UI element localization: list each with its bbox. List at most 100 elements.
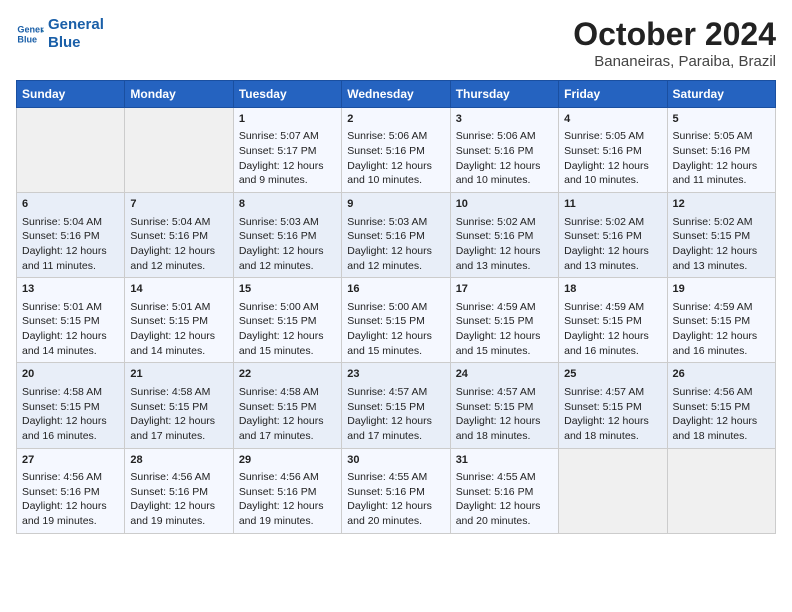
day-info: Sunset: 5:15 PM	[456, 314, 553, 329]
day-info: and 19 minutes.	[130, 514, 227, 529]
day-info: Sunset: 5:15 PM	[239, 314, 336, 329]
day-info: Daylight: 12 hours	[673, 414, 770, 429]
day-info: and 16 minutes.	[673, 344, 770, 359]
calendar-cell: 7Sunrise: 5:04 AMSunset: 5:16 PMDaylight…	[125, 193, 233, 278]
day-info: Sunset: 5:16 PM	[130, 485, 227, 500]
day-number: 4	[564, 112, 661, 127]
day-number: 22	[239, 367, 336, 382]
svg-text:General: General	[17, 25, 44, 35]
calendar-cell: 21Sunrise: 4:58 AMSunset: 5:15 PMDayligh…	[125, 363, 233, 448]
day-info: Sunset: 5:16 PM	[347, 229, 444, 244]
calendar-cell: 29Sunrise: 4:56 AMSunset: 5:16 PMDayligh…	[233, 448, 341, 533]
day-info: Daylight: 12 hours	[456, 414, 553, 429]
day-info: and 19 minutes.	[22, 514, 119, 529]
day-number: 5	[673, 112, 770, 127]
calendar-cell: 5Sunrise: 5:05 AMSunset: 5:16 PMDaylight…	[667, 108, 775, 193]
week-row-1: 1Sunrise: 5:07 AMSunset: 5:17 PMDaylight…	[17, 108, 776, 193]
day-info: and 20 minutes.	[347, 514, 444, 529]
day-number: 6	[22, 197, 119, 212]
calendar-cell	[125, 108, 233, 193]
day-number: 17	[456, 282, 553, 297]
calendar-cell: 30Sunrise: 4:55 AMSunset: 5:16 PMDayligh…	[342, 448, 450, 533]
day-info: and 19 minutes.	[239, 514, 336, 529]
logo-text-general: General	[48, 16, 104, 34]
day-info: Sunrise: 5:06 AM	[347, 129, 444, 144]
calendar-cell: 24 Sunrise: 4:57 AMSunset: 5:15 PMDayligh…	[450, 363, 558, 448]
calendar-cell	[667, 448, 775, 533]
day-number: 14	[130, 282, 227, 297]
calendar-cell: 3Sunrise: 5:06 AMSunset: 5:16 PMDaylight…	[450, 108, 558, 193]
day-info: and 17 minutes.	[130, 429, 227, 444]
calendar-table: SundayMondayTuesdayWednesdayThursdayFrid…	[16, 80, 776, 534]
header-day-wednesday: Wednesday	[342, 81, 450, 108]
calendar-cell: 17Sunrise: 4:59 AMSunset: 5:15 PMDayligh…	[450, 278, 558, 363]
day-info: Daylight: 12 hours	[673, 159, 770, 174]
day-info: and 10 minutes.	[456, 173, 553, 188]
header-day-monday: Monday	[125, 81, 233, 108]
day-info: Sunrise: 5:05 AM	[564, 129, 661, 144]
day-info: Sunrise: 5:04 AM	[130, 215, 227, 230]
day-info: Daylight: 12 hours	[22, 414, 119, 429]
day-info: and 20 minutes.	[456, 514, 553, 529]
day-info: Sunset: 5:16 PM	[564, 229, 661, 244]
day-number: 28	[130, 453, 227, 468]
day-info: Sunrise: 4:59 AM	[673, 300, 770, 315]
day-info: Sunrise: 4:57 AM	[456, 385, 553, 400]
day-info: Sunset: 5:15 PM	[347, 400, 444, 415]
day-info: Daylight: 12 hours	[456, 159, 553, 174]
day-info: Sunrise: 5:03 AM	[239, 215, 336, 230]
day-info: and 15 minutes.	[347, 344, 444, 359]
day-info: Sunrise: 4:58 AM	[22, 385, 119, 400]
day-number: 9	[347, 197, 444, 212]
calendar-cell: 12Sunrise: 5:02 AMSunset: 5:15 PMDayligh…	[667, 193, 775, 278]
day-info: Sunrise: 5:06 AM	[456, 129, 553, 144]
calendar-cell: 25Sunrise: 4:57 AMSunset: 5:15 PMDayligh…	[559, 363, 667, 448]
month-title: October 2024	[573, 16, 776, 53]
day-number: 1	[239, 112, 336, 127]
day-number: 24	[456, 367, 553, 382]
day-info: Sunset: 5:15 PM	[456, 400, 553, 415]
day-number: 25	[564, 367, 661, 382]
day-info: Daylight: 12 hours	[239, 414, 336, 429]
day-info: and 13 minutes.	[564, 259, 661, 274]
calendar-cell: 2Sunrise: 5:06 AMSunset: 5:16 PMDaylight…	[342, 108, 450, 193]
week-row-4: 20Sunrise: 4:58 AMSunset: 5:15 PMDayligh…	[17, 363, 776, 448]
day-info: and 11 minutes.	[22, 259, 119, 274]
day-info: Daylight: 12 hours	[239, 244, 336, 259]
svg-text:Blue: Blue	[17, 34, 37, 44]
day-info: Daylight: 12 hours	[456, 499, 553, 514]
location-subtitle: Bananeiras, Paraiba, Brazil	[573, 53, 776, 70]
header-day-sunday: Sunday	[17, 81, 125, 108]
day-info: Sunrise: 4:58 AM	[130, 385, 227, 400]
day-info: and 14 minutes.	[22, 344, 119, 359]
day-number: 31	[456, 453, 553, 468]
day-info: Sunset: 5:15 PM	[239, 400, 336, 415]
day-info: Sunset: 5:16 PM	[347, 144, 444, 159]
day-number: 19	[673, 282, 770, 297]
day-info: Sunrise: 4:57 AM	[564, 385, 661, 400]
day-info: Sunrise: 5:01 AM	[130, 300, 227, 315]
header-day-thursday: Thursday	[450, 81, 558, 108]
day-info: Daylight: 12 hours	[456, 329, 553, 344]
logo-text-blue: Blue	[48, 34, 104, 52]
day-info: and 16 minutes.	[564, 344, 661, 359]
day-info: and 10 minutes.	[564, 173, 661, 188]
day-info: Sunrise: 5:07 AM	[239, 129, 336, 144]
day-info: and 18 minutes.	[673, 429, 770, 444]
calendar-cell: 22 Sunrise: 4:58 AMSunset: 5:15 PMDayligh…	[233, 363, 341, 448]
day-info: Daylight: 12 hours	[22, 499, 119, 514]
week-row-5: 27Sunrise: 4:56 AMSunset: 5:16 PMDayligh…	[17, 448, 776, 533]
header-day-friday: Friday	[559, 81, 667, 108]
day-info: Sunrise: 5:00 AM	[347, 300, 444, 315]
day-info: Sunrise: 5:05 AM	[673, 129, 770, 144]
day-number: 20	[22, 367, 119, 382]
day-info: Daylight: 12 hours	[564, 244, 661, 259]
day-info: Daylight: 12 hours	[347, 414, 444, 429]
day-info: Daylight: 12 hours	[347, 159, 444, 174]
day-info: Sunset: 5:15 PM	[130, 314, 227, 329]
day-info: Sunset: 5:15 PM	[673, 400, 770, 415]
day-info: and 15 minutes.	[456, 344, 553, 359]
day-info: Sunrise: 4:58 AM	[239, 385, 336, 400]
day-info: Sunrise: 4:59 AM	[564, 300, 661, 315]
header-day-tuesday: Tuesday	[233, 81, 341, 108]
